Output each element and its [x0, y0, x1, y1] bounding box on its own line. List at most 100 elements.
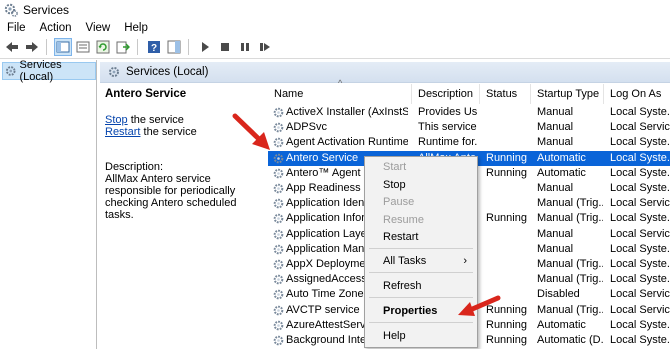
start-service-icon[interactable] [197, 39, 213, 55]
table-row[interactable]: ActiveX Installer (AxInstSV) Provides Us.… [268, 105, 670, 120]
toolbar-separator [46, 39, 47, 55]
restart-action-suffix: the service [140, 126, 197, 138]
menu-item-start: Start [383, 161, 407, 173]
column-header-log-on-as[interactable]: Log On As [604, 84, 670, 104]
cell-name: ActiveX Installer (AxInstSV) [286, 106, 408, 118]
cell-logon: Local Service [610, 121, 670, 134]
column-header-startup-type[interactable]: Startup Type [531, 84, 604, 104]
svg-text:?: ? [151, 43, 157, 54]
column-header-description[interactable]: Description [412, 84, 480, 104]
cell-status [486, 227, 530, 242]
selected-service-name: Antero Service [105, 88, 187, 100]
tree-item-services-local[interactable]: Services (Local) [2, 59, 96, 83]
cell-logon: Local Syste... [610, 106, 670, 118]
back-arrow-icon[interactable] [4, 39, 20, 55]
restart-service-link[interactable]: Restart [105, 126, 140, 138]
annotation-arrow-icon [232, 113, 270, 150]
table-row[interactable]: ADPSvc This service ... Manual Local Servic… [268, 120, 670, 135]
cell-description: Provides Us... [418, 106, 478, 118]
cell-logon: Local Syste... [610, 318, 670, 331]
menu-separator [369, 322, 473, 323]
description-label: Description: [105, 161, 164, 173]
export-list-icon[interactable] [115, 39, 131, 55]
toolbar: ? [0, 36, 670, 59]
menu-file[interactable]: File [0, 22, 33, 34]
cell-logon: Local Syste... [610, 212, 670, 225]
table-row[interactable]: Agent Activation Runtime_... Runtime for.… [268, 135, 670, 150]
service-gear-icon [273, 214, 284, 224]
menu-item-all-tasks[interactable]: All Tasks › [365, 253, 477, 269]
column-header-label: Status [486, 88, 518, 100]
menu-item-stop[interactable]: Stop [365, 177, 477, 193]
service-gear-icon [273, 335, 284, 346]
cell-status [486, 196, 530, 211]
cell-logon: Local Service [610, 197, 670, 210]
menu-view[interactable]: View [79, 22, 118, 34]
cell-startup: Disabled [537, 288, 580, 301]
menu-bar: File Action View Help [0, 20, 670, 36]
refresh-icon[interactable] [95, 39, 111, 55]
cell-logon: Local Syste... [610, 182, 670, 194]
cell-logon: Local Syste... [610, 242, 670, 255]
menu-item-pause: Pause [383, 196, 415, 208]
cell-logon: Local Syste... [610, 166, 670, 179]
cell-startup: Manual [537, 182, 574, 194]
service-gear-icon [273, 320, 284, 331]
cell-startup: Manual [537, 242, 574, 255]
stop-service-icon[interactable] [217, 39, 233, 55]
menu-action[interactable]: Action [33, 22, 79, 34]
forward-arrow-icon[interactable] [24, 39, 40, 55]
service-description: AllMax Antero service responsible for pe… [105, 173, 237, 221]
show-console-tree-icon[interactable] [54, 38, 72, 56]
cell-status: Running [486, 151, 527, 164]
menu-separator [369, 248, 473, 249]
cell-startup: Manual (Trig... [537, 212, 603, 225]
toolbar-separator [188, 39, 189, 55]
menu-help[interactable]: Help [117, 22, 155, 34]
service-gear-icon [273, 259, 284, 270]
column-header-status[interactable]: Status [480, 84, 531, 104]
cell-logon: Local Service [610, 303, 670, 316]
pause-service-icon[interactable] [237, 39, 253, 55]
cell-startup: Manual (Trig... [537, 303, 603, 316]
console-tree: Services (Local) [0, 59, 97, 349]
title-bar: Services [0, 0, 670, 20]
cell-logon: Local Syste... [610, 258, 670, 270]
properties-icon[interactable] [75, 39, 91, 55]
cell-startup: Manual [537, 106, 574, 118]
menu-item-help[interactable]: Help [365, 328, 477, 344]
pane-header-title: Services (Local) [126, 66, 209, 78]
services-gear-icon [109, 67, 119, 77]
service-gear-icon [273, 290, 284, 300]
cell-startup: Automatic [537, 151, 586, 164]
help-icon[interactable]: ? [146, 39, 162, 55]
cell-startup: Automatic (D... [537, 334, 603, 346]
cell-startup: Manual (Trig... [537, 258, 603, 270]
service-gear-icon [273, 168, 284, 179]
cell-startup: Manual [537, 136, 574, 149]
service-gear-icon [273, 198, 284, 209]
service-gear-icon [273, 183, 284, 194]
annotation-arrow-icon [458, 295, 501, 316]
stop-service-link[interactable]: Stop [105, 114, 128, 126]
cell-startup: Manual [537, 227, 574, 240]
cell-logon: Local Syste... [610, 334, 670, 346]
cell-status [486, 181, 530, 196]
cell-status: Running [486, 166, 527, 179]
chevron-right-icon: › [463, 255, 467, 267]
cell-description: This service ... [418, 121, 478, 134]
cell-logon: Local Service [610, 227, 670, 240]
menu-separator [369, 272, 473, 273]
column-header-name[interactable]: ^ Name [268, 78, 412, 104]
service-gear-icon [273, 229, 284, 239]
cell-startup: Manual [537, 121, 574, 134]
cell-logon: Local Service [610, 288, 670, 301]
menu-item-restart[interactable]: Restart [365, 229, 477, 245]
cell-status: Running [486, 334, 527, 346]
cell-startup: Automatic [537, 166, 586, 179]
cell-status [486, 120, 530, 135]
action-pane-icon[interactable] [166, 39, 182, 55]
cell-startup: Manual (Trig... [537, 273, 603, 286]
resume-service-icon[interactable] [257, 39, 273, 55]
cell-name: ADPSvc [286, 121, 327, 134]
